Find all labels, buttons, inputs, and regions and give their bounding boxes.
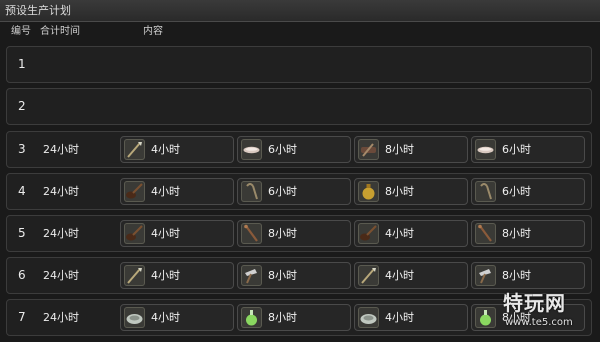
plan-item-slot[interactable]: 8小时 xyxy=(237,304,351,331)
slot-duration: 8小时 xyxy=(268,227,297,240)
potion-icon xyxy=(475,307,496,328)
pouch-icon xyxy=(358,181,379,202)
mortar-icon xyxy=(124,307,145,328)
slot-duration: 6小时 xyxy=(268,143,297,156)
plan-item-slot[interactable]: 6小时 xyxy=(237,178,351,205)
plan-item-slot[interactable]: 4小时 xyxy=(354,262,468,289)
row-number: 6 xyxy=(18,268,26,282)
row-total-time: 24小时 xyxy=(43,311,79,324)
hammer-icon xyxy=(475,265,496,286)
slot-duration: 8小时 xyxy=(268,269,297,282)
spear-icon xyxy=(124,265,145,286)
plan-item-slot[interactable]: 6小时 xyxy=(471,178,585,205)
plan-item-slot[interactable]: 4小时 xyxy=(120,178,234,205)
row-number: 2 xyxy=(18,99,26,113)
window-title: 预设生产计划 xyxy=(0,0,600,22)
slot-duration: 8小时 xyxy=(502,269,531,282)
plan-item-slot[interactable]: 4小时 xyxy=(354,220,468,247)
plan-item-slot[interactable]: 4小时 xyxy=(120,262,234,289)
cane-icon xyxy=(475,181,496,202)
plan-item-slot[interactable]: 8小时 xyxy=(237,262,351,289)
row-number: 5 xyxy=(18,226,26,240)
slot-duration: 8小时 xyxy=(268,311,297,324)
plan-row[interactable]: 3 24小时 4小时 6小时 8小时 6小时 xyxy=(6,131,592,168)
ladle-icon xyxy=(358,223,379,244)
hammer-icon xyxy=(241,265,262,286)
plan-item-slot[interactable]: 4小时 xyxy=(120,136,234,163)
column-content: 内容 xyxy=(143,26,163,37)
shell-icon xyxy=(241,139,262,160)
watermark: 特玩网 www.te5.com xyxy=(497,287,597,339)
plan-item-slot[interactable]: 6小时 xyxy=(471,136,585,163)
watermark-logo: 特玩网 xyxy=(503,291,566,315)
slot-duration: 4小时 xyxy=(385,311,414,324)
ladle-icon xyxy=(124,223,145,244)
slot-duration: 4小时 xyxy=(151,143,180,156)
cane-icon xyxy=(241,181,262,202)
row-total-time: 24小时 xyxy=(43,269,79,282)
column-id: 编号 xyxy=(11,26,31,37)
plan-row[interactable]: 4 24小时 4小时 6小时 8小时 6小时 xyxy=(6,173,592,210)
plan-item-slot[interactable]: 8小时 xyxy=(471,262,585,289)
staff-icon xyxy=(475,223,496,244)
plan-row[interactable]: 1 xyxy=(6,46,592,83)
staff-icon xyxy=(241,223,262,244)
plan-item-slot[interactable]: 8小时 xyxy=(354,178,468,205)
plan-item-slot[interactable]: 4小时 xyxy=(354,304,468,331)
ladle-icon xyxy=(124,181,145,202)
slot-duration: 4小时 xyxy=(151,227,180,240)
column-header: 编号 合计时间 内容 xyxy=(0,23,600,41)
row-number: 4 xyxy=(18,184,26,198)
spear-icon xyxy=(358,265,379,286)
slot-duration: 4小时 xyxy=(385,269,414,282)
plan-row[interactable]: 5 24小时 4小时 8小时 4小时 8小时 xyxy=(6,215,592,252)
slot-duration: 8小时 xyxy=(385,143,414,156)
row-total-time: 24小时 xyxy=(43,185,79,198)
row-total-time: 24小时 xyxy=(43,227,79,240)
plan-item-slot[interactable]: 4小时 xyxy=(120,220,234,247)
slot-duration: 6小时 xyxy=(502,143,531,156)
row-total-time: 24小时 xyxy=(43,143,79,156)
column-total-time: 合计时间 xyxy=(40,26,80,37)
row-number: 7 xyxy=(18,310,26,324)
spear-icon xyxy=(124,139,145,160)
slot-duration: 6小时 xyxy=(502,185,531,198)
shell-icon xyxy=(475,139,496,160)
slot-duration: 4小时 xyxy=(151,311,180,324)
slot-duration: 4小时 xyxy=(151,269,180,282)
plan-item-slot[interactable]: 8小时 xyxy=(354,136,468,163)
plan-item-slot[interactable]: 4小时 xyxy=(120,304,234,331)
slot-duration: 8小时 xyxy=(385,185,414,198)
slot-duration: 8小时 xyxy=(502,227,531,240)
slot-duration: 6小时 xyxy=(268,185,297,198)
row-number: 1 xyxy=(18,57,26,71)
slot-duration: 4小时 xyxy=(385,227,414,240)
brush-icon xyxy=(358,139,379,160)
plan-item-slot[interactable]: 6小时 xyxy=(237,136,351,163)
mortar-icon xyxy=(358,307,379,328)
row-number: 3 xyxy=(18,142,26,156)
plan-row[interactable]: 2 xyxy=(6,88,592,125)
plan-item-slot[interactable]: 8小时 xyxy=(471,220,585,247)
potion-icon xyxy=(241,307,262,328)
watermark-url: www.te5.com xyxy=(505,317,573,328)
slot-duration: 4小时 xyxy=(151,185,180,198)
plan-item-slot[interactable]: 8小时 xyxy=(237,220,351,247)
